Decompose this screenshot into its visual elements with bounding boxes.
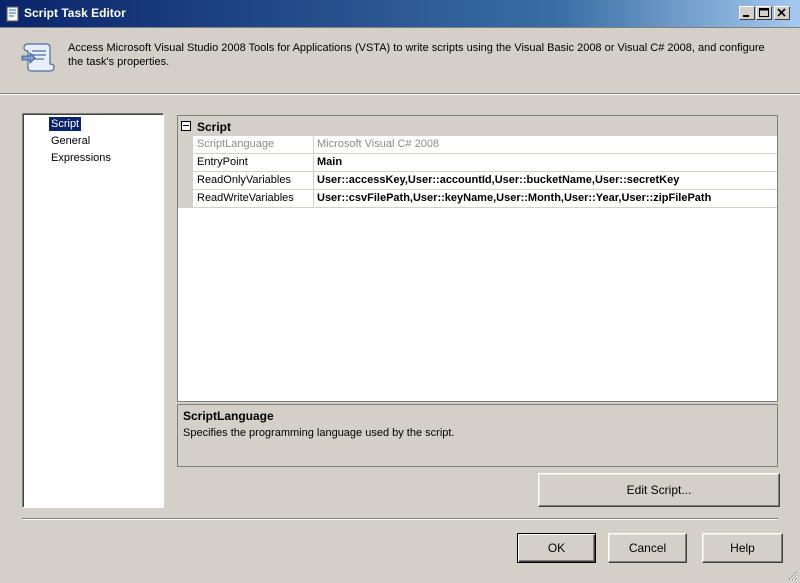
property-grid[interactable]: Script ScriptLanguage Microsoft Visual C… bbox=[177, 115, 778, 402]
property-name: EntryPoint bbox=[193, 154, 314, 171]
grid-gutter bbox=[178, 136, 193, 208]
description-text: Specifies the programming language used … bbox=[183, 427, 455, 439]
description-title: ScriptLanguage bbox=[183, 409, 274, 423]
edit-script-button[interactable]: Edit Script... bbox=[538, 473, 780, 507]
footer-divider bbox=[22, 518, 778, 520]
category-row-script[interactable]: Script bbox=[178, 116, 777, 136]
nav-item-general[interactable]: General bbox=[49, 134, 92, 148]
property-value-scriptlanguage[interactable]: Microsoft Visual C# 2008 bbox=[315, 136, 775, 153]
property-row-scriptlanguage[interactable]: ScriptLanguage Microsoft Visual C# 2008 bbox=[193, 136, 777, 154]
property-value-readwritevariables[interactable]: User::csvFilePath,User::keyName,User::Mo… bbox=[315, 190, 775, 207]
page-navigation-list[interactable]: Script General Expressions bbox=[22, 113, 164, 508]
minimize-icon bbox=[743, 15, 749, 17]
property-name: ScriptLanguage bbox=[193, 136, 314, 153]
property-value-readonlyvariables[interactable]: User::accessKey,User::accountId,User::bu… bbox=[315, 172, 775, 189]
ok-button[interactable]: OK bbox=[517, 533, 596, 563]
property-name: ReadOnlyVariables bbox=[193, 172, 314, 189]
resize-grip-icon[interactable] bbox=[786, 569, 798, 581]
window-title: Script Task Editor bbox=[24, 6, 126, 20]
title-bar[interactable]: Script Task Editor bbox=[0, 0, 800, 28]
property-row-entrypoint[interactable]: EntryPoint Main bbox=[193, 154, 777, 172]
maximize-button[interactable] bbox=[756, 6, 772, 20]
header-description: Access Microsoft Visual Studio 2008 Tool… bbox=[68, 42, 765, 68]
nav-item-script[interactable]: Script bbox=[49, 117, 82, 131]
close-button[interactable] bbox=[774, 6, 790, 20]
property-value-entrypoint[interactable]: Main bbox=[315, 154, 775, 171]
help-button[interactable]: Help bbox=[702, 533, 783, 563]
dialog-header: Access Microsoft Visual Studio 2008 Tool… bbox=[0, 28, 800, 92]
script-scroll-icon bbox=[21, 43, 55, 72]
property-name: ReadWriteVariables bbox=[193, 190, 314, 207]
category-label: Script bbox=[197, 120, 232, 134]
header-divider bbox=[0, 93, 800, 95]
nav-item-expressions[interactable]: Expressions bbox=[49, 151, 113, 165]
script-task-icon bbox=[6, 6, 19, 22]
property-description-panel: ScriptLanguage Specifies the programming… bbox=[177, 404, 778, 467]
property-row-readonlyvariables[interactable]: ReadOnlyVariables User::accessKey,User::… bbox=[193, 172, 777, 190]
property-row-readwritevariables[interactable]: ReadWriteVariables User::csvFilePath,Use… bbox=[193, 190, 777, 208]
minimize-button[interactable] bbox=[739, 6, 755, 20]
collapse-icon[interactable] bbox=[181, 121, 191, 131]
close-icon bbox=[777, 8, 786, 17]
cancel-button[interactable]: Cancel bbox=[608, 533, 687, 563]
maximize-icon bbox=[759, 8, 769, 17]
